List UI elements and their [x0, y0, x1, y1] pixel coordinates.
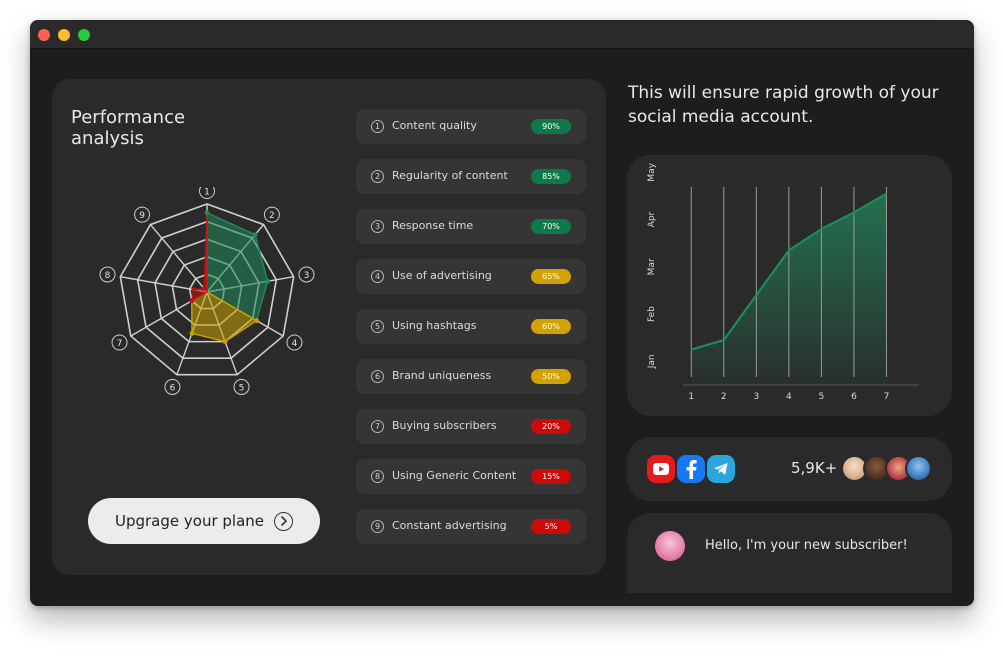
metric-number: 8: [371, 470, 384, 483]
chart-y-tick-label: May: [647, 162, 657, 181]
radar-axis-label: 4: [292, 339, 298, 349]
metric-item[interactable]: 8 Using Generic Content 15%: [356, 459, 586, 494]
chevron-right-icon: [274, 511, 293, 531]
metric-number: 2: [371, 170, 384, 183]
metric-item[interactable]: 2 Regularity of content 85%: [356, 159, 586, 194]
metric-item[interactable]: 9 Constant advertising 5%: [356, 509, 586, 544]
minimize-button[interactable]: [58, 29, 70, 41]
chart-y-tick-label: Feb: [647, 306, 657, 322]
metric-number: 4: [371, 270, 384, 283]
metric-label: Using Generic Content: [392, 469, 517, 482]
radar-point: [189, 330, 195, 336]
chart-y-tick-label: Mar: [647, 258, 657, 275]
metric-value-badge: 60%: [531, 319, 571, 334]
metric-label: Brand uniqueness: [392, 369, 492, 382]
radar-point: [222, 339, 228, 345]
app-window: Performance analysis 1 2 3 4 5 6 7 8 9 Upgrage y…: [30, 20, 974, 606]
metric-value-badge: 85%: [531, 169, 571, 184]
radar-axis-label: 2: [269, 211, 275, 221]
metric-label: Buying subscribers: [392, 419, 497, 432]
radar-axis-label: 1: [204, 188, 210, 198]
metric-value-badge: 15%: [531, 469, 571, 484]
metric-number: 3: [371, 220, 384, 233]
metric-item[interactable]: 5 Using hashtags 60%: [356, 309, 586, 344]
radar-point: [204, 210, 210, 216]
radar-axis-label: 3: [304, 271, 310, 281]
metric-value-badge: 50%: [531, 369, 571, 384]
metric-label: Response time: [392, 219, 474, 232]
radar-axis-label: 9: [139, 211, 145, 221]
metric-value-badge: 5%: [531, 519, 571, 534]
metric-number: 7: [371, 420, 384, 433]
close-button[interactable]: [38, 29, 50, 41]
metric-label: Content quality: [392, 119, 477, 132]
metric-number: 6: [371, 370, 384, 383]
panel-title: Performance analysis: [71, 107, 186, 149]
metric-value-badge: 90%: [531, 119, 571, 134]
metric-number: 1: [371, 120, 384, 133]
radar-axis-label: 6: [170, 383, 176, 393]
metric-value-badge: 70%: [531, 219, 571, 234]
telegram-icon[interactable]: [707, 455, 735, 483]
metric-item[interactable]: 3 Response time 70%: [356, 209, 586, 244]
subscriber-count: 5,9K+: [791, 459, 838, 477]
metric-value-badge: 20%: [531, 419, 571, 434]
chart-x-tick-label: 6: [851, 392, 857, 402]
social-card: 5,9K+: [627, 437, 952, 501]
chart-x-tick-label: 2: [721, 392, 727, 402]
radar-axis-label: 5: [239, 383, 245, 393]
new-subscriber-card: Hello, I'm your new subscriber!: [627, 513, 952, 593]
radar-axis-label: 8: [105, 271, 111, 281]
metric-item[interactable]: 6 Brand uniqueness 50%: [356, 359, 586, 394]
chart-x-tick-label: 4: [786, 392, 792, 402]
zoom-button[interactable]: [78, 29, 90, 41]
chart-y-tick-label: Apr: [647, 211, 657, 227]
subscriber-message: Hello, I'm your new subscriber!: [705, 538, 908, 553]
avatar: [655, 531, 685, 561]
youtube-icon[interactable]: [647, 455, 675, 483]
radar-point: [189, 298, 195, 304]
title-bar: [30, 20, 974, 49]
metric-item[interactable]: 4 Use of advertising 65%: [356, 259, 586, 294]
radar-axis-label: 7: [117, 339, 123, 349]
radar-point: [254, 318, 259, 323]
growth-headline: This will ensure rapid growth of your so…: [628, 83, 939, 127]
chart-x-tick-label: 5: [819, 392, 825, 402]
chart-x-tick-label: 7: [884, 392, 890, 402]
metric-number: 5: [371, 320, 384, 333]
radar-chart: 1 2 3 4 5 6 7 8 9: [99, 187, 315, 395]
metric-label: Constant advertising: [392, 519, 507, 532]
upgrade-button-label: Upgrage your plane: [114, 512, 264, 530]
facebook-icon[interactable]: [677, 455, 705, 483]
metric-item[interactable]: 7 Buying subscribers 20%: [356, 409, 586, 444]
radar-point: [201, 286, 207, 292]
metric-label: Using hashtags: [392, 319, 477, 332]
radar-spoke: [149, 224, 208, 293]
avatar: [905, 455, 932, 482]
chart-x-tick-label: 3: [753, 392, 759, 402]
metric-label: Regularity of content: [392, 169, 508, 182]
metric-item[interactable]: 1 Content quality 90%: [356, 109, 586, 144]
chart-y-tick-label: Jan: [647, 354, 657, 369]
chart-x-tick-label: 1: [688, 392, 694, 402]
upgrade-plan-button[interactable]: Upgrage your plane: [88, 498, 320, 544]
performance-panel: Performance analysis 1 2 3 4 5 6 7 8 9 Upgrage y…: [52, 79, 606, 575]
metric-value-badge: 65%: [531, 269, 571, 284]
metric-number: 9: [371, 520, 384, 533]
radar-point: [252, 232, 258, 238]
growth-chart: 1 2 3 4 5 6 7 Jan Feb Mar Apr May: [647, 162, 919, 402]
growth-chart-card: 1 2 3 4 5 6 7 Jan Feb Mar Apr May: [627, 155, 952, 416]
radar-point: [191, 287, 197, 293]
metric-label: Use of advertising: [392, 269, 492, 282]
radar-point: [265, 278, 271, 284]
